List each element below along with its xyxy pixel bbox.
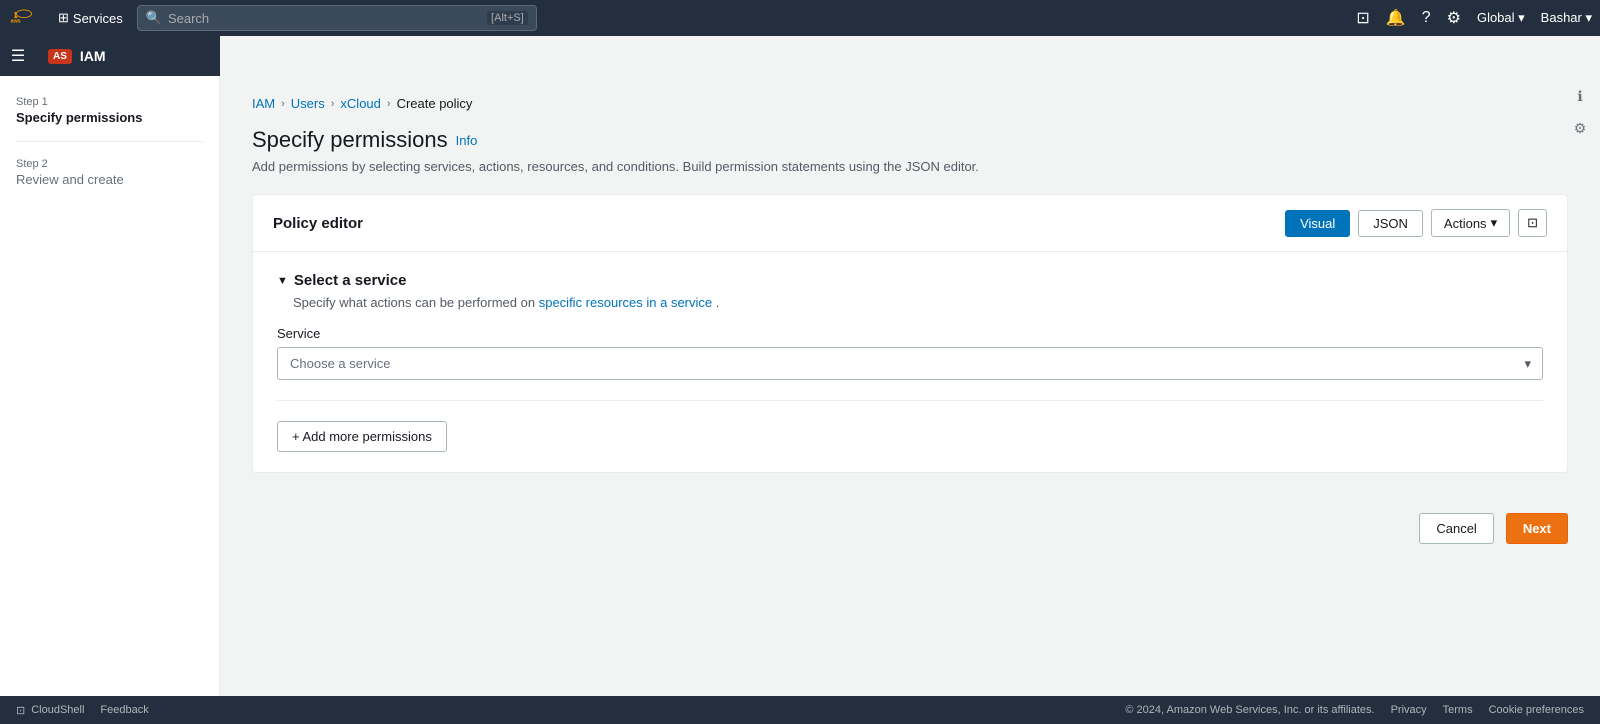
feedback-link[interactable]: Feedback — [100, 704, 148, 716]
info-panel-icon[interactable]: ℹ — [1568, 84, 1592, 108]
service-field: Service Choose a service ▾ — [277, 326, 1543, 380]
breadcrumb-sep-3: › — [387, 98, 391, 110]
cloudshell-button[interactable]: ⊡ CloudShell — [16, 704, 84, 717]
footer-left: ⊡ CloudShell Feedback — [16, 704, 149, 717]
step-2: Step 2 Review and create — [16, 158, 203, 187]
user-menu[interactable]: Bashar ▾ — [1541, 10, 1592, 26]
footer-right: © 2024, Amazon Web Services, Inc. or its… — [1125, 704, 1584, 716]
visual-tab-button[interactable]: Visual — [1285, 210, 1350, 237]
main-content: IAM › Users › xCloud › Create policy Spe… — [220, 76, 1600, 696]
region-label: Global ▾ — [1477, 10, 1525, 26]
step-2-name: Review and create — [16, 172, 203, 187]
section-description: Specify what actions can be performed on… — [277, 295, 1543, 310]
aws-logo[interactable]: aws — [8, 8, 40, 28]
step-1: Step 1 Specify permissions — [16, 96, 203, 125]
policy-editor-header: Policy editor Visual JSON Actions ▾ ⊡ — [253, 195, 1567, 252]
description-link[interactable]: specific resources in a service — [539, 295, 712, 310]
settings-icon-btn[interactable]: ⚙ — [1447, 8, 1461, 28]
next-button[interactable]: Next — [1506, 513, 1568, 544]
description-text: Specify what actions can be performed on — [293, 295, 535, 310]
section-divider — [277, 400, 1543, 401]
editor-controls: Visual JSON Actions ▾ ⊡ — [1285, 209, 1547, 237]
nav-right: ⊡ 🔔 ? ⚙ Global ▾ Bashar ▾ — [1356, 8, 1592, 28]
privacy-link[interactable]: Privacy — [1391, 704, 1427, 716]
actions-arrow-icon: ▾ — [1491, 215, 1498, 231]
aws-logo-icon: aws — [8, 8, 40, 28]
steps-divider — [16, 141, 203, 142]
grid-icon: ⊞ — [58, 10, 69, 26]
copyright-text: © 2024, Amazon Web Services, Inc. or its… — [1125, 704, 1374, 716]
app-layout: Step 1 Specify permissions Step 2 Review… — [0, 76, 1600, 696]
step-1-name: Specify permissions — [16, 110, 203, 125]
service-header: AS IAM — [36, 36, 220, 76]
terminal-icon: ⊡ — [16, 704, 25, 717]
fullscreen-button[interactable]: ⊡ — [1518, 209, 1547, 237]
search-icon: 🔍 — [146, 10, 162, 26]
terminal-icon-btn[interactable]: ⊡ — [1356, 8, 1369, 28]
action-bar: Cancel Next — [252, 497, 1568, 560]
user-label: Bashar ▾ — [1541, 10, 1592, 26]
iam-badge: AS — [48, 49, 72, 64]
settings-panel-icon[interactable]: ⚙ — [1568, 116, 1592, 140]
search-input[interactable] — [168, 11, 481, 26]
page-title-row: Specify permissions Info — [252, 127, 1568, 153]
service-select[interactable]: Choose a service — [277, 347, 1543, 380]
steps-sidebar: Step 1 Specify permissions Step 2 Review… — [0, 76, 220, 696]
service-select-wrapper: Choose a service ▾ — [277, 347, 1543, 380]
sidebar-toggle[interactable]: ☰ — [0, 36, 36, 76]
page-title: Specify permissions — [252, 127, 448, 153]
cancel-button[interactable]: Cancel — [1419, 513, 1493, 544]
breadcrumb-users[interactable]: Users — [291, 96, 325, 111]
section-title-row: ▼ Select a service — [277, 272, 1543, 289]
services-menu[interactable]: ⊞ Services — [52, 8, 129, 28]
policy-editor-title: Policy editor — [273, 215, 363, 232]
breadcrumb: IAM › Users › xCloud › Create policy — [252, 96, 1568, 111]
right-panel: ℹ ⚙ — [1560, 76, 1600, 148]
breadcrumb-current: Create policy — [397, 96, 473, 111]
collapse-arrow-icon[interactable]: ▼ — [277, 275, 288, 287]
region-selector[interactable]: Global ▾ — [1477, 10, 1525, 26]
breadcrumb-iam[interactable]: IAM — [252, 96, 275, 111]
services-label: Services — [73, 11, 123, 26]
cookie-link[interactable]: Cookie preferences — [1489, 704, 1584, 716]
policy-editor-card: Policy editor Visual JSON Actions ▾ ⊡ ▼ — [252, 194, 1568, 473]
actions-button[interactable]: Actions ▾ — [1431, 209, 1510, 237]
help-icon-btn[interactable]: ? — [1422, 9, 1431, 27]
breadcrumb-xcloud[interactable]: xCloud — [340, 96, 380, 111]
fullscreen-icon: ⊡ — [1527, 215, 1538, 230]
json-tab-button[interactable]: JSON — [1358, 210, 1423, 237]
terms-link[interactable]: Terms — [1443, 704, 1473, 716]
service-field-label: Service — [277, 326, 1543, 341]
search-shortcut: [Alt+S] — [487, 11, 528, 25]
page-description: Add permissions by selecting services, a… — [252, 159, 1568, 174]
cloudshell-label: CloudShell — [31, 704, 84, 716]
footer: ⊡ CloudShell Feedback © 2024, Amazon Web… — [0, 696, 1600, 724]
actions-label: Actions — [1444, 216, 1487, 231]
step-2-label: Step 2 — [16, 158, 203, 170]
info-link[interactable]: Info — [456, 133, 478, 148]
top-navigation: aws ⊞ Services 🔍 [Alt+S] ⊡ 🔔 ? ⚙ Global … — [0, 0, 1600, 36]
section-title: Select a service — [294, 272, 407, 289]
breadcrumb-sep-2: › — [331, 98, 335, 110]
bell-icon-btn[interactable]: 🔔 — [1386, 8, 1406, 28]
service-name: IAM — [80, 48, 106, 64]
description-end: . — [716, 295, 720, 310]
svg-text:aws: aws — [11, 18, 21, 24]
add-permissions-button[interactable]: + Add more permissions — [277, 421, 447, 452]
menu-icon: ☰ — [11, 46, 25, 66]
search-bar[interactable]: 🔍 [Alt+S] — [137, 5, 537, 31]
breadcrumb-sep-1: › — [281, 98, 285, 110]
step-1-label: Step 1 — [16, 96, 203, 108]
select-service-section: ▼ Select a service Specify what actions … — [253, 252, 1567, 472]
